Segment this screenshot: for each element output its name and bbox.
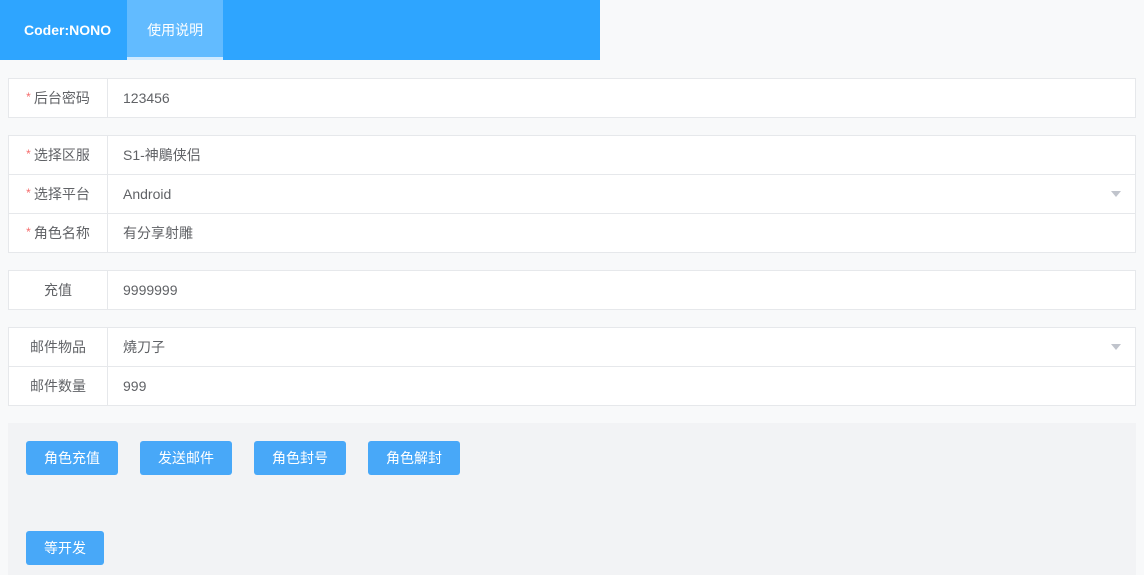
field-platform[interactable] [108, 174, 1136, 214]
ban-button[interactable]: 角色封号 [254, 441, 346, 475]
row-platform: * 选择平台 [8, 174, 1136, 214]
input-server[interactable] [123, 147, 1120, 163]
label-recharge-text: 充值 [44, 280, 72, 300]
label-mail-qty: 邮件数量 [8, 366, 108, 406]
row-mail-qty: 邮件数量 [8, 366, 1136, 406]
recharge-button[interactable]: 角色充值 [26, 441, 118, 475]
label-role: * 角色名称 [8, 213, 108, 253]
input-password[interactable] [123, 90, 1120, 106]
label-server-text: 选择区服 [34, 145, 90, 165]
form-container: * 后台密码 * 选择区服 * 选择平台 [0, 60, 1144, 575]
select-platform[interactable] [123, 186, 1120, 202]
brand-label: Coder:NONO [24, 0, 111, 60]
field-server[interactable] [108, 135, 1136, 175]
pending-button[interactable]: 等开发 [26, 531, 104, 565]
label-role-text: 角色名称 [34, 223, 90, 243]
required-mark: * [26, 225, 31, 239]
label-platform-text: 选择平台 [34, 184, 90, 204]
field-mail-item[interactable] [108, 327, 1136, 367]
field-recharge[interactable] [108, 270, 1136, 310]
group-server-platform-role: * 选择区服 * 选择平台 * 角色名称 [8, 135, 1136, 253]
field-password[interactable] [108, 78, 1136, 118]
label-mail-qty-text: 邮件数量 [30, 376, 86, 396]
header-bar: Coder:NONO 使用说明 [0, 0, 600, 60]
label-mail-item-text: 邮件物品 [30, 337, 86, 357]
label-password: * 后台密码 [8, 78, 108, 118]
unban-button[interactable]: 角色解封 [368, 441, 460, 475]
button-bar: 角色充值 发送邮件 角色封号 角色解封 等开发 [8, 423, 1136, 575]
select-mail-item[interactable] [123, 339, 1120, 355]
label-mail-item: 邮件物品 [8, 327, 108, 367]
group-mail: 邮件物品 邮件数量 [8, 327, 1136, 406]
group-recharge: 充值 [8, 270, 1136, 310]
required-mark: * [26, 90, 31, 104]
input-role[interactable] [123, 225, 1120, 241]
tab-usage[interactable]: 使用说明 [127, 0, 223, 60]
field-role[interactable] [108, 213, 1136, 253]
row-role: * 角色名称 [8, 213, 1136, 253]
group-password: * 后台密码 [8, 78, 1136, 118]
row-password: * 后台密码 [8, 78, 1136, 118]
required-mark: * [26, 186, 31, 200]
label-server: * 选择区服 [8, 135, 108, 175]
field-mail-qty[interactable] [108, 366, 1136, 406]
label-platform: * 选择平台 [8, 174, 108, 214]
label-password-text: 后台密码 [34, 88, 90, 108]
sendmail-button[interactable]: 发送邮件 [140, 441, 232, 475]
row-mail-item: 邮件物品 [8, 327, 1136, 367]
row-recharge: 充值 [8, 270, 1136, 310]
input-mail-qty[interactable] [123, 378, 1120, 394]
required-mark: * [26, 147, 31, 161]
input-recharge[interactable] [123, 282, 1120, 298]
row-server: * 选择区服 [8, 135, 1136, 175]
label-recharge: 充值 [8, 270, 108, 310]
